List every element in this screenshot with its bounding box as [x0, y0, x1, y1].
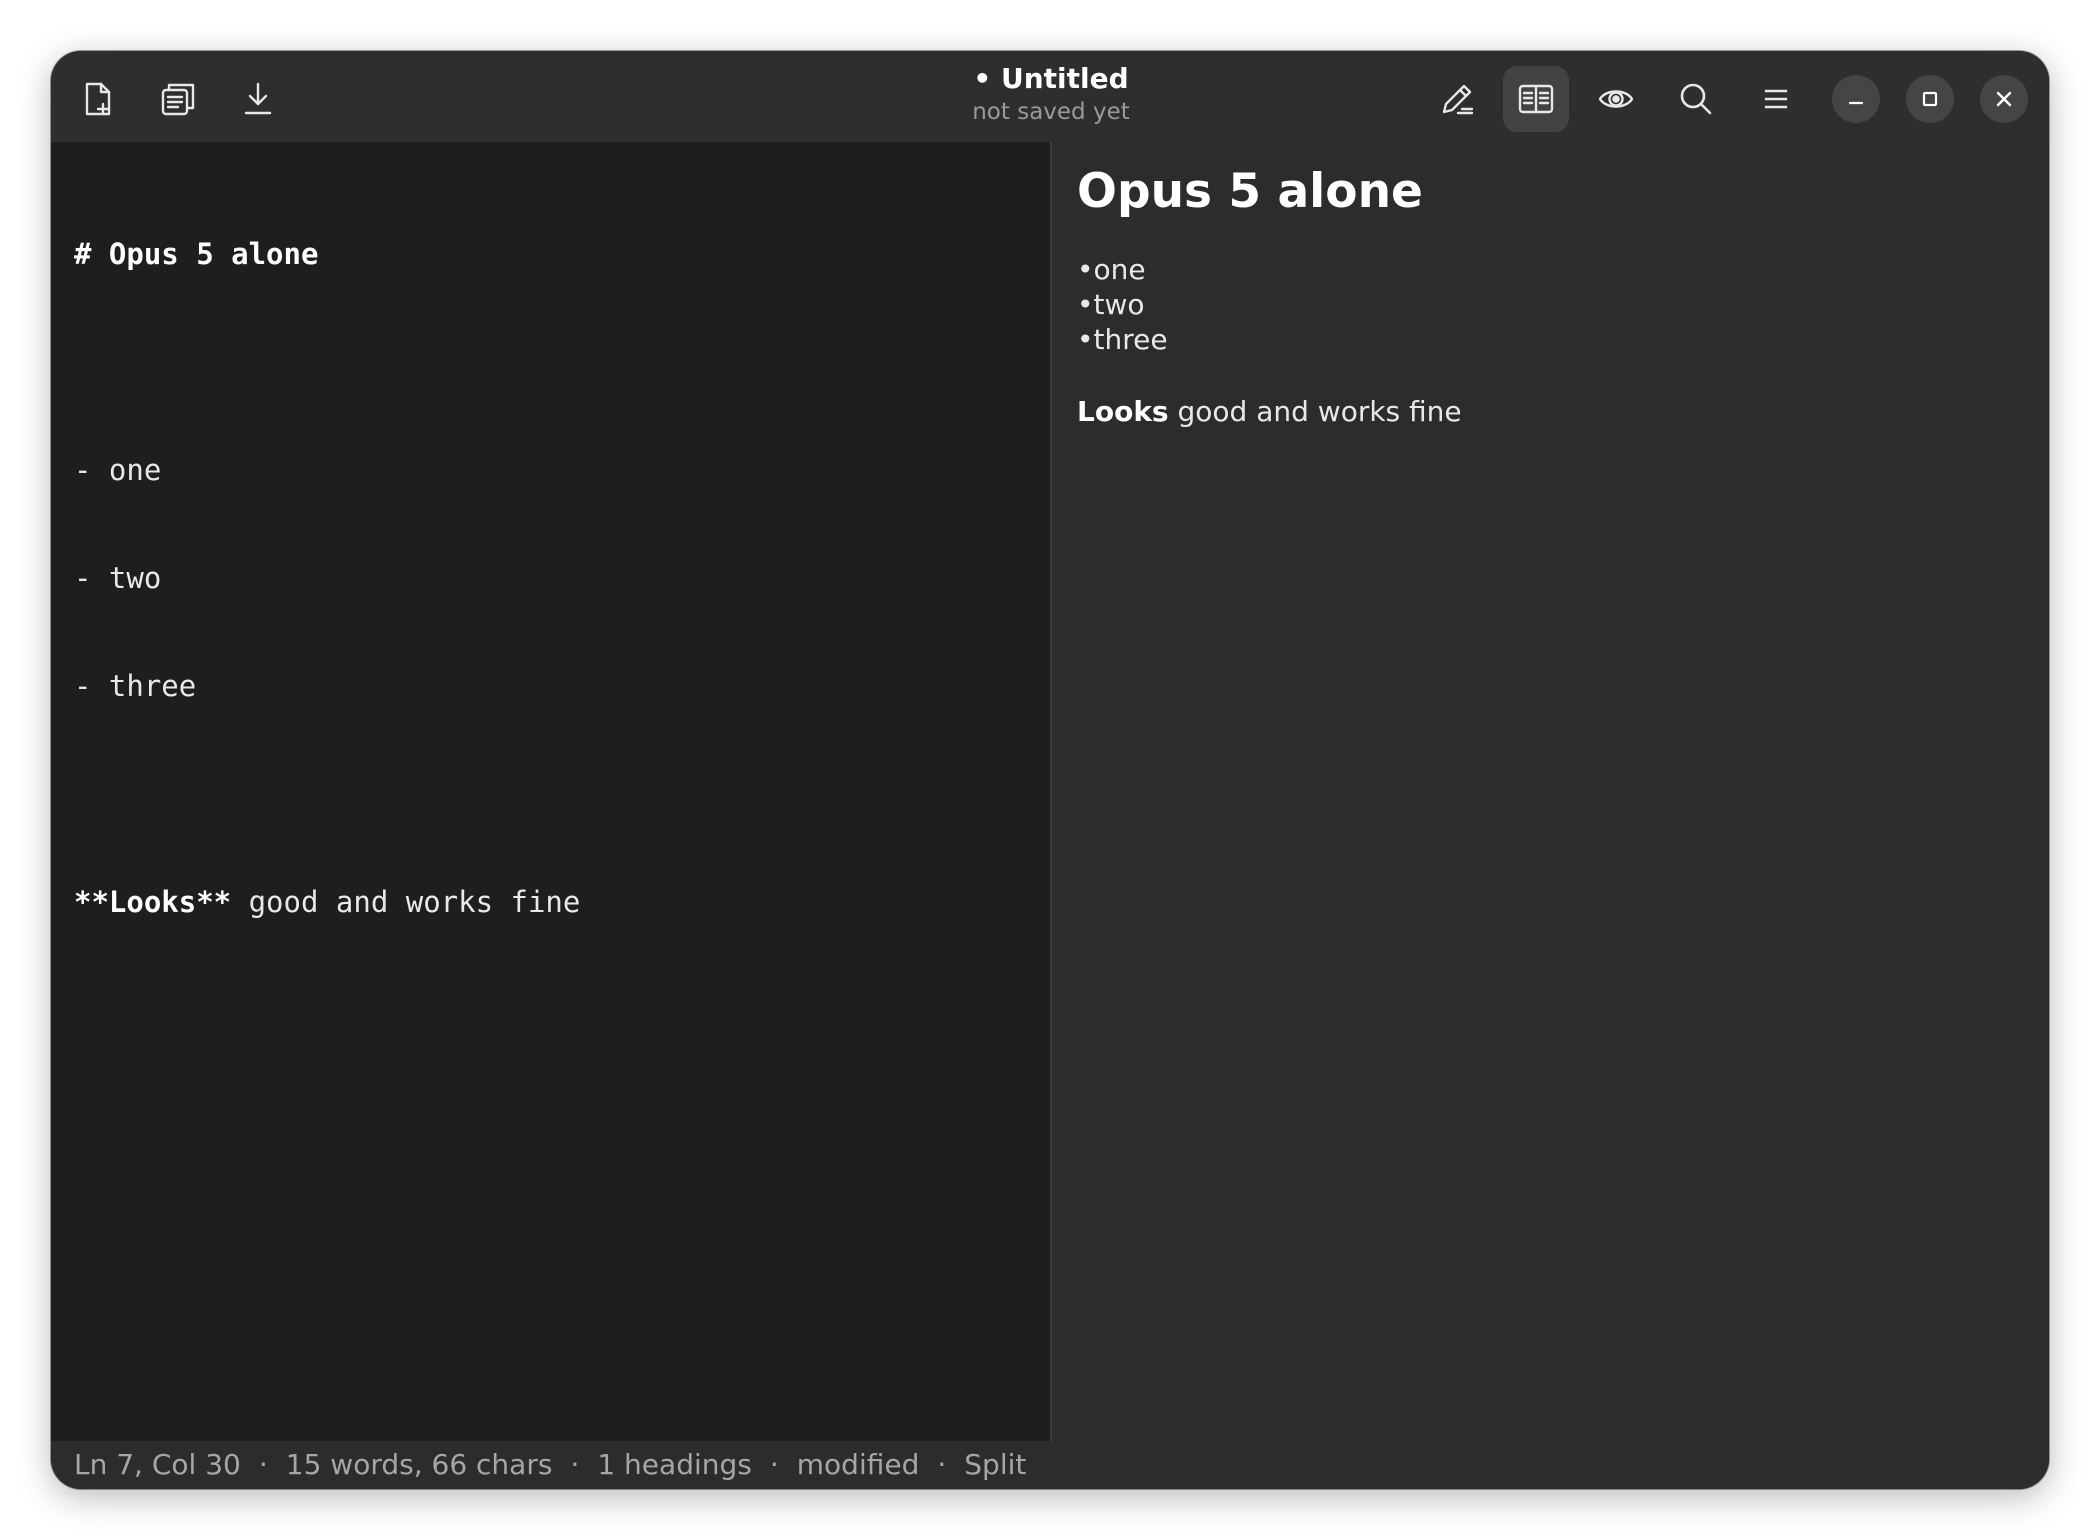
menu-icon	[1764, 89, 1788, 109]
status-separator: ·	[570, 1448, 580, 1481]
split-view-icon	[1518, 84, 1554, 114]
status-bar: Ln 7, Col 30 · 15 words, 66 chars · 1 headin…	[51, 1441, 1050, 1489]
edit-pencil-icon	[1442, 84, 1474, 115]
editor-line: - one	[74, 453, 162, 487]
status-separator: ·	[258, 1448, 268, 1481]
list-item: three	[1077, 322, 1168, 357]
editor-line: **Looks** good and works fine	[74, 884, 580, 920]
window-subtitle: not saved yet	[972, 99, 1130, 125]
app-window: • Untitled not saved yet # Opus 5 alone …	[51, 51, 2049, 1489]
word-count: 15 words, 66 chars	[285, 1448, 553, 1481]
split-view-button[interactable]	[1503, 66, 1569, 132]
status-separator: ·	[937, 1448, 947, 1481]
minimize-button[interactable]	[1832, 75, 1880, 123]
maximize-button[interactable]	[1906, 75, 1954, 123]
editor-line: - two	[74, 561, 162, 595]
document-state: modified	[796, 1448, 920, 1481]
preview-bold-text: Looks	[1077, 395, 1169, 428]
editor-text[interactable]: # Opus 5 alone - one - two - three **Loo…	[74, 164, 580, 992]
download-icon	[244, 82, 272, 115]
new-document-icon	[85, 82, 111, 116]
maximize-icon	[1922, 91, 1938, 107]
header-bar: • Untitled not saved yet	[51, 51, 2049, 142]
heading-count: 1 headings	[597, 1448, 752, 1481]
title-block: • Untitled not saved yet	[751, 61, 1351, 127]
copy-icon	[161, 83, 195, 116]
new-document-button[interactable]	[65, 66, 131, 132]
markdown-editor[interactable]: # Opus 5 alone - one - two - three **Loo…	[51, 142, 1052, 1441]
minimize-icon	[1848, 101, 1864, 105]
search-button[interactable]	[1663, 66, 1729, 132]
window-title: • Untitled	[973, 62, 1129, 95]
cursor-position: Ln 7, Col 30	[74, 1448, 241, 1481]
edit-mode-button[interactable]	[1424, 66, 1490, 132]
preview-paragraph: Looks good and works fine	[1077, 394, 1462, 430]
preview-heading: Opus 5 alone	[1077, 164, 1423, 219]
editor-line: - three	[74, 669, 197, 703]
copy-button[interactable]	[145, 66, 211, 132]
main-menu-button[interactable]	[1743, 66, 1809, 132]
list-item: two	[1077, 287, 1168, 322]
editor-line: # Opus 5 alone	[74, 237, 319, 271]
close-icon	[1996, 91, 2012, 107]
download-button[interactable]	[225, 66, 291, 132]
close-button[interactable]	[1980, 75, 2028, 123]
editor-bold-markup: **Looks**	[74, 885, 232, 919]
list-item: one	[1077, 252, 1168, 287]
status-separator: ·	[769, 1448, 779, 1481]
preview-paragraph-text: good and works fine	[1168, 395, 1462, 428]
preview-eye-icon	[1598, 90, 1634, 108]
markdown-preview: Opus 5 alone one two three Looks good an…	[1052, 142, 2049, 1489]
preview-list: one two three	[1077, 252, 1168, 357]
preview-button[interactable]	[1583, 66, 1649, 132]
editor-line-text: good and works fine	[231, 885, 581, 919]
search-icon	[1680, 83, 1712, 115]
view-mode: Split	[964, 1448, 1027, 1481]
